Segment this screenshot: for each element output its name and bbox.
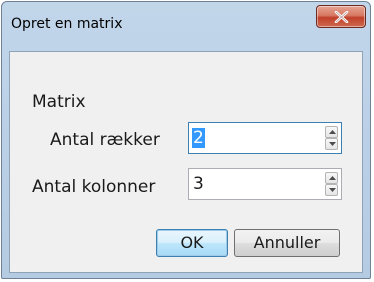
rows-spin-arrows (325, 126, 338, 150)
rows-spinbox[interactable]: 2 (188, 122, 342, 154)
cancel-button[interactable]: Annuller (234, 229, 340, 257)
columns-increment-button[interactable] (325, 172, 338, 184)
rows-decrement-button[interactable] (325, 138, 338, 150)
rows-value[interactable]: 2 (192, 128, 205, 148)
columns-decrement-button[interactable] (325, 184, 338, 196)
columns-label: Antal kolonner (32, 177, 156, 197)
matrix-group-label: Matrix (32, 92, 86, 112)
columns-spin-arrows (325, 172, 338, 196)
rows-label: Antal rækker (50, 130, 160, 150)
ok-button[interactable]: OK (156, 229, 228, 257)
columns-spinbox[interactable]: 3 (188, 168, 342, 200)
close-button[interactable] (316, 5, 366, 28)
rows-increment-button[interactable] (325, 126, 338, 138)
close-icon (334, 11, 349, 23)
arrow-down-icon (329, 142, 336, 146)
arrow-up-icon (329, 176, 336, 180)
arrow-up-icon (329, 130, 336, 134)
arrow-down-icon (329, 188, 336, 192)
window-title: Opret en matrix (11, 16, 123, 32)
columns-value[interactable]: 3 (193, 174, 204, 194)
title-bar: Opret en matrix (2, 2, 370, 50)
